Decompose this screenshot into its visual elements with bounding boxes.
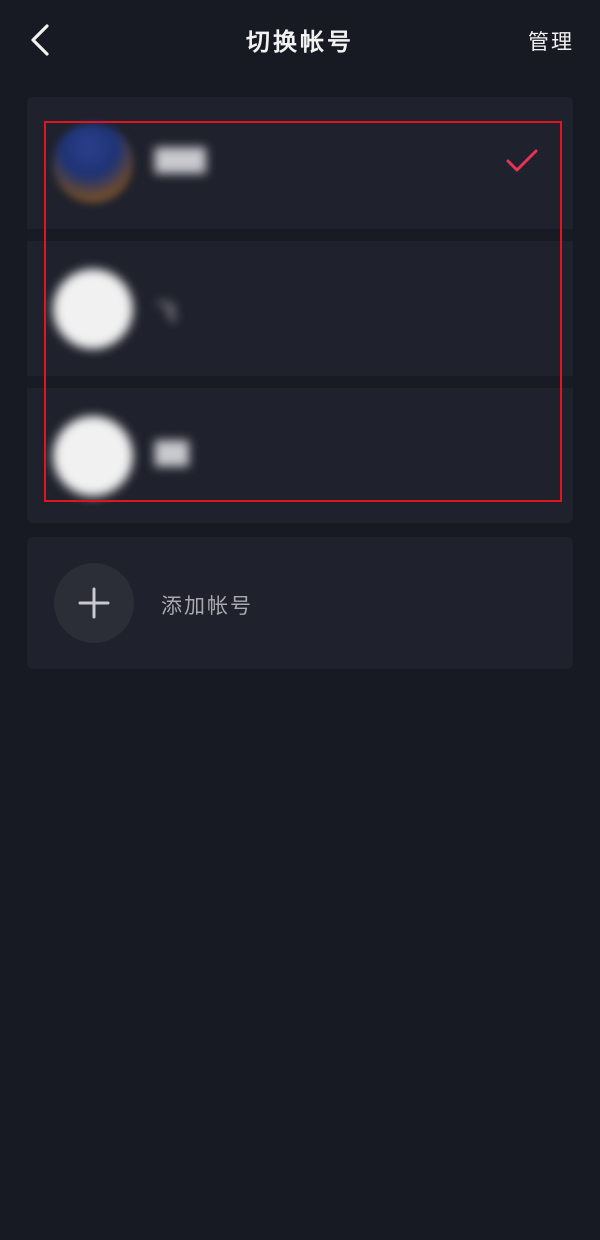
add-account-label: 添加帐号 bbox=[161, 594, 253, 618]
add-account-circle bbox=[54, 563, 134, 643]
account-name: ██ bbox=[155, 442, 189, 467]
account-row-3[interactable]: ██ bbox=[27, 390, 573, 523]
header-bar: 切换帐号 管理 bbox=[0, 0, 600, 80]
manage-button[interactable]: 管理 bbox=[528, 26, 574, 56]
page-title: 切换帐号 bbox=[246, 28, 354, 56]
row-divider bbox=[27, 229, 573, 241]
avatar bbox=[53, 269, 133, 349]
account-name: 飞 bbox=[155, 301, 178, 326]
account-name: ███ bbox=[155, 149, 206, 174]
account-row-1[interactable]: ███ bbox=[27, 97, 573, 229]
add-account-button[interactable]: 添加帐号 bbox=[27, 537, 573, 669]
avatar bbox=[53, 416, 133, 496]
check-icon bbox=[506, 149, 538, 172]
avatar bbox=[53, 123, 133, 203]
account-row-2[interactable]: 飞 bbox=[27, 243, 573, 375]
plus-icon bbox=[78, 587, 110, 619]
row-divider bbox=[27, 376, 573, 388]
